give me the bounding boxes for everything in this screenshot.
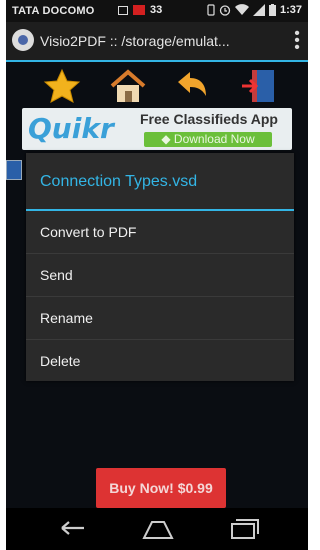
- recent-apps-icon[interactable]: [226, 516, 262, 542]
- menu-item-send[interactable]: Send: [26, 254, 294, 297]
- vibrate-icon: [207, 4, 215, 16]
- menu-item-convert-to-pdf[interactable]: Convert to PDF: [26, 211, 294, 254]
- ad-download-label: Download Now: [173, 132, 255, 146]
- ad-logo: Quikr: [28, 112, 114, 145]
- battery-icon: [268, 4, 276, 16]
- buy-now-button[interactable]: Buy Now! $0.99: [96, 468, 226, 508]
- notification-icons: 33: [118, 4, 162, 16]
- signal-icon: [252, 4, 265, 16]
- phone-screen: TATA DOCOMO 33 1:37 Visio2PDF :: /storag…: [6, 0, 308, 550]
- menu-item-label: Convert to PDF: [40, 224, 137, 240]
- alarm-icon: [219, 5, 231, 16]
- carrier-name: TATA DOCOMO: [12, 5, 95, 17]
- app-logo-icon[interactable]: [12, 29, 34, 51]
- menu-item-rename[interactable]: Rename: [26, 297, 294, 340]
- clock: 1:37: [279, 4, 302, 16]
- back-nav-icon[interactable]: [56, 516, 92, 542]
- toolbar: [6, 62, 308, 108]
- status-bar: TATA DOCOMO 33 1:37: [6, 0, 308, 22]
- ad-headline: Free Classifieds App: [140, 111, 278, 127]
- file-icon[interactable]: [6, 160, 22, 180]
- exit-door-icon[interactable]: [240, 68, 280, 104]
- ad-banner[interactable]: Quikr Free Classifieds App ◆ Download No…: [22, 108, 292, 150]
- system-icons: 1:37: [207, 4, 302, 16]
- menu-item-label: Send: [40, 267, 73, 283]
- app-title: Visio2PDF :: /storage/emulat...: [40, 33, 230, 49]
- wifi-icon: [234, 4, 249, 16]
- overflow-menu-icon[interactable]: • • •: [292, 26, 302, 56]
- home-nav-icon[interactable]: [140, 516, 176, 542]
- star-icon[interactable]: [42, 68, 82, 104]
- app-bar: Visio2PDF :: /storage/emulat... • • •: [6, 22, 308, 62]
- notification-count: 33: [150, 4, 163, 16]
- menu-item-delete[interactable]: Delete: [26, 340, 294, 382]
- menu-item-label: Rename: [40, 310, 93, 326]
- screenshot-notification-icon: [118, 5, 128, 15]
- download-icon: ◆: [161, 132, 174, 146]
- message-notification-icon: [133, 5, 145, 15]
- navigation-bar: [6, 508, 308, 550]
- dialog-title: Connection Types.vsd: [26, 153, 294, 211]
- dialog-title-text: Connection Types.vsd: [40, 173, 198, 190]
- ad-download-button[interactable]: ◆ Download Now: [144, 132, 272, 147]
- back-arrow-icon[interactable]: [172, 68, 212, 104]
- home-icon[interactable]: [108, 68, 148, 104]
- context-menu-dialog: Connection Types.vsd Convert to PDF Send…: [26, 153, 294, 381]
- menu-item-label: Delete: [40, 353, 81, 369]
